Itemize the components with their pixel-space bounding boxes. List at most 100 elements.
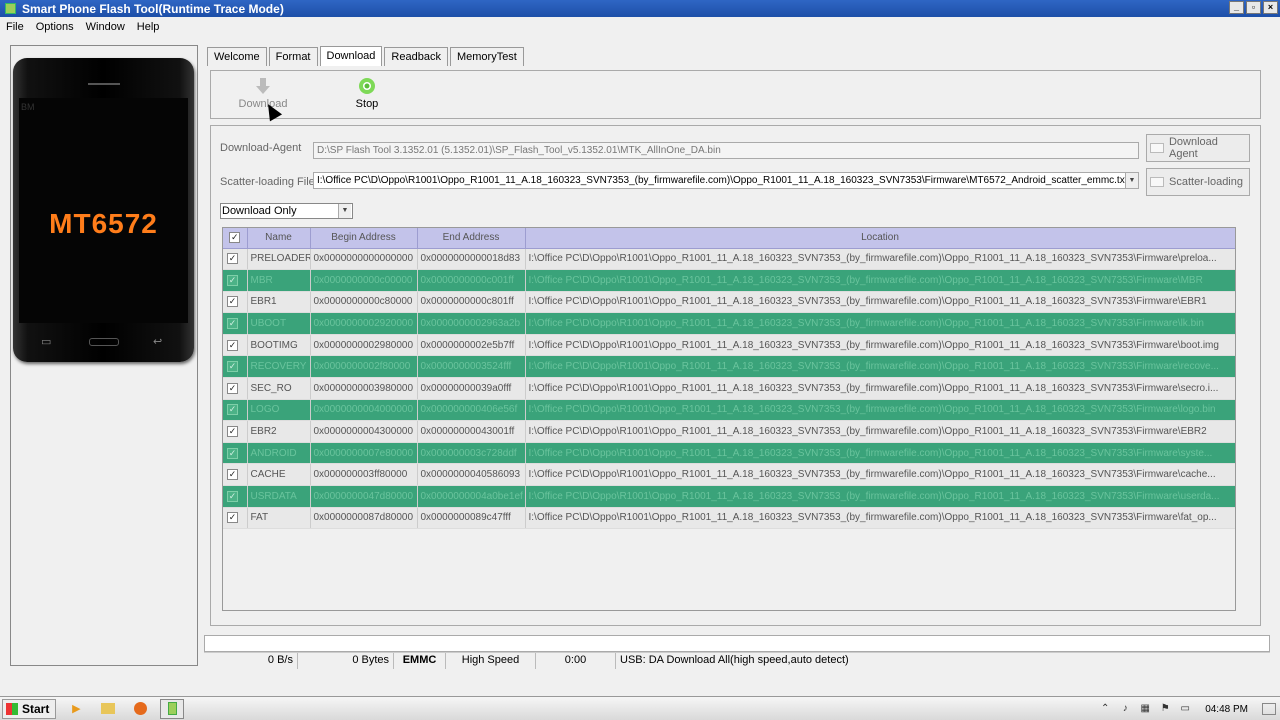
table-row[interactable]: ✓ EBR1 0x0000000000c80000 0x0000000000c801f… [223,291,1235,314]
table-row[interactable]: ✓ UBOOT 0x0000000002920000 0x0000000002963a… [223,312,1235,335]
location-path: I:\Office PC\D\Oppo\R1001\Oppo_R1001_11_… [525,355,1235,379]
row-checkbox[interactable]: ✓ [223,269,248,292]
checkbox-checked[interactable]: ✓ [227,447,238,459]
media-player-icon[interactable]: ▶ [64,699,88,719]
clock[interactable]: 04:48 PM [1199,704,1254,715]
table-row[interactable]: ✓ FAT 0x0000000087d80000 0x0000000089c47fff… [223,507,1235,530]
location-path: I:\Office PC\D\Oppo\R1001\Oppo_R1001_11_… [525,399,1235,422]
network-icon[interactable]: ▦ [1139,703,1151,715]
status-storage: EMMC [394,653,446,669]
flag-icon[interactable]: ⚑ [1159,703,1171,715]
end-address: 0x0000000003524fff [417,355,526,379]
row-checkbox[interactable]: ✓ [223,442,248,465]
menu-key-icon: ▭ [41,336,52,348]
start-button[interactable]: Start [2,698,57,719]
checkbox-checked[interactable]: ✓ [227,404,238,416]
table-row[interactable]: ✓ CACHE 0x000000003ff80000 0x00000000405860… [223,463,1235,487]
end-address: 0x0000000000018d83 [417,248,526,271]
checkbox-checked[interactable]: ✓ [227,253,238,265]
row-checkbox[interactable]: ✓ [223,248,248,271]
status-speed: 0 B/s [204,653,298,669]
checkbox-checked[interactable]: ✓ [227,469,238,481]
begin-address: 0x0000000047d80000 [310,485,418,508]
tab-bar: Welcome Format Download Readback MemoryT… [207,46,526,66]
download-mode-select[interactable]: Download Only [220,203,353,219]
tab-readback[interactable]: Readback [384,47,448,66]
table-row[interactable]: ✓ LOGO 0x0000000004000000 0x000000000406e56… [223,399,1235,422]
column-end-address[interactable]: End Address [417,228,526,249]
status-bar: 0 B/s 0 Bytes EMMC High Speed 0:00 USB: … [204,652,1270,669]
checkbox-checked[interactable]: ✓ [227,490,238,502]
column-location[interactable]: Location [525,228,1235,249]
status-mode: High Speed [446,653,536,669]
menu-file[interactable]: File [0,21,30,33]
phone-image: BM MT6572 ▭ ↩ [13,58,194,362]
row-checkbox[interactable]: ✓ [223,507,248,530]
table-row[interactable]: ✓ MBR 0x0000000000c00000 0x0000000000c001ff… [223,269,1235,292]
mode-dropdown-arrow-icon[interactable]: ▼ [338,204,351,218]
file-explorer-icon[interactable] [96,699,120,719]
table-row[interactable]: ✓ USRDATA 0x0000000047d80000 0x0000000004a0… [223,485,1235,508]
checkbox-checked[interactable]: ✓ [227,339,238,351]
download-agent-button[interactable]: Download Agent [1146,134,1250,162]
checkbox-checked[interactable]: ✓ [227,426,238,438]
window-title: Smart Phone Flash Tool(Runtime Trace Mod… [22,1,284,16]
display-icon[interactable]: ▭ [1179,703,1191,715]
column-name[interactable]: Name [247,228,311,249]
tab-format[interactable]: Format [268,47,318,66]
end-address: 0x00000000039a0fff [417,377,526,400]
maximize-button[interactable]: ▫ [1246,1,1261,14]
row-checkbox[interactable]: ✓ [223,291,248,314]
row-checkbox[interactable]: ✓ [223,312,248,335]
table-row[interactable]: ✓ SEC_RO 0x0000000003980000 0x00000000039a0… [223,377,1235,400]
scatter-file-field[interactable]: I:\Office PC\D\Oppo\R1001\Oppo_R1001_11_… [313,172,1139,189]
row-checkbox[interactable]: ✓ [223,463,248,487]
table-row[interactable]: ✓ EBR2 0x0000000004300000 0x00000000043001f… [223,420,1235,443]
row-checkbox[interactable]: ✓ [223,334,248,357]
checkbox-checked[interactable]: ✓ [227,382,238,394]
table-row[interactable]: ✓ ANDROID 0x0000000007e80000 0x000000003c72… [223,442,1235,465]
column-begin-address[interactable]: Begin Address [310,228,418,249]
tab-memorytest[interactable]: MemoryTest [449,47,524,66]
show-desktop-icon[interactable] [1262,703,1276,715]
table-row[interactable]: ✓ RECOVERY 0x0000000002f80000 0x00000000035… [223,355,1235,379]
scatter-dropdown-arrow-icon[interactable]: ▼ [1125,173,1138,188]
firefox-icon[interactable] [128,699,152,719]
scatter-loading-button[interactable]: Scatter-loading [1146,168,1250,196]
stop-icon [358,77,376,95]
menu-window[interactable]: Window [80,21,131,33]
location-path: I:\Office PC\D\Oppo\R1001\Oppo_R1001_11_… [525,463,1235,487]
begin-address: 0x000000003ff80000 [310,463,418,487]
close-button[interactable]: × [1263,1,1278,14]
row-checkbox[interactable]: ✓ [223,355,248,379]
stop-button[interactable]: Stop [337,77,397,110]
partition-name: PRELOADER [247,248,311,271]
table-row[interactable]: ✓ BOOTIMG 0x0000000002980000 0x0000000002e5… [223,334,1235,357]
tab-download[interactable]: Download [319,46,383,66]
row-checkbox[interactable]: ✓ [223,485,248,508]
checkbox-checked[interactable]: ✓ [227,296,238,308]
download-agent-field[interactable]: D:\SP Flash Tool 3.1352.01 (5.1352.01)\S… [313,142,1139,159]
tab-welcome[interactable]: Welcome [207,47,267,66]
partition-name: ANDROID [247,442,311,465]
download-button[interactable]: Download [233,77,293,110]
table-row[interactable]: ✓ PRELOADER 0x0000000000000000 0x0000000000… [223,248,1235,271]
checkbox-checked[interactable]: ✓ [227,318,238,330]
menu-help[interactable]: Help [131,21,166,33]
tray-expand-icon[interactable]: ⌃ [1099,703,1111,715]
select-all-checkbox[interactable]: ✓ [223,228,248,249]
row-checkbox[interactable]: ✓ [223,420,248,443]
flash-tool-taskbar-icon[interactable] [160,698,185,719]
menu-options[interactable]: Options [30,21,80,33]
row-checkbox[interactable]: ✓ [223,399,248,422]
checkbox-checked[interactable]: ✓ [227,274,238,286]
volume-icon[interactable]: ♪ [1119,703,1131,715]
phone-brand: BM [21,102,35,112]
checkbox-checked[interactable]: ✓ [227,361,238,373]
toolbar: Download Stop [210,70,1261,119]
checkbox-checked[interactable]: ✓ [227,512,238,524]
location-path: I:\Office PC\D\Oppo\R1001\Oppo_R1001_11_… [525,291,1235,314]
minimize-button[interactable]: _ [1229,1,1244,14]
begin-address: 0x0000000004000000 [310,399,418,422]
row-checkbox[interactable]: ✓ [223,377,248,400]
